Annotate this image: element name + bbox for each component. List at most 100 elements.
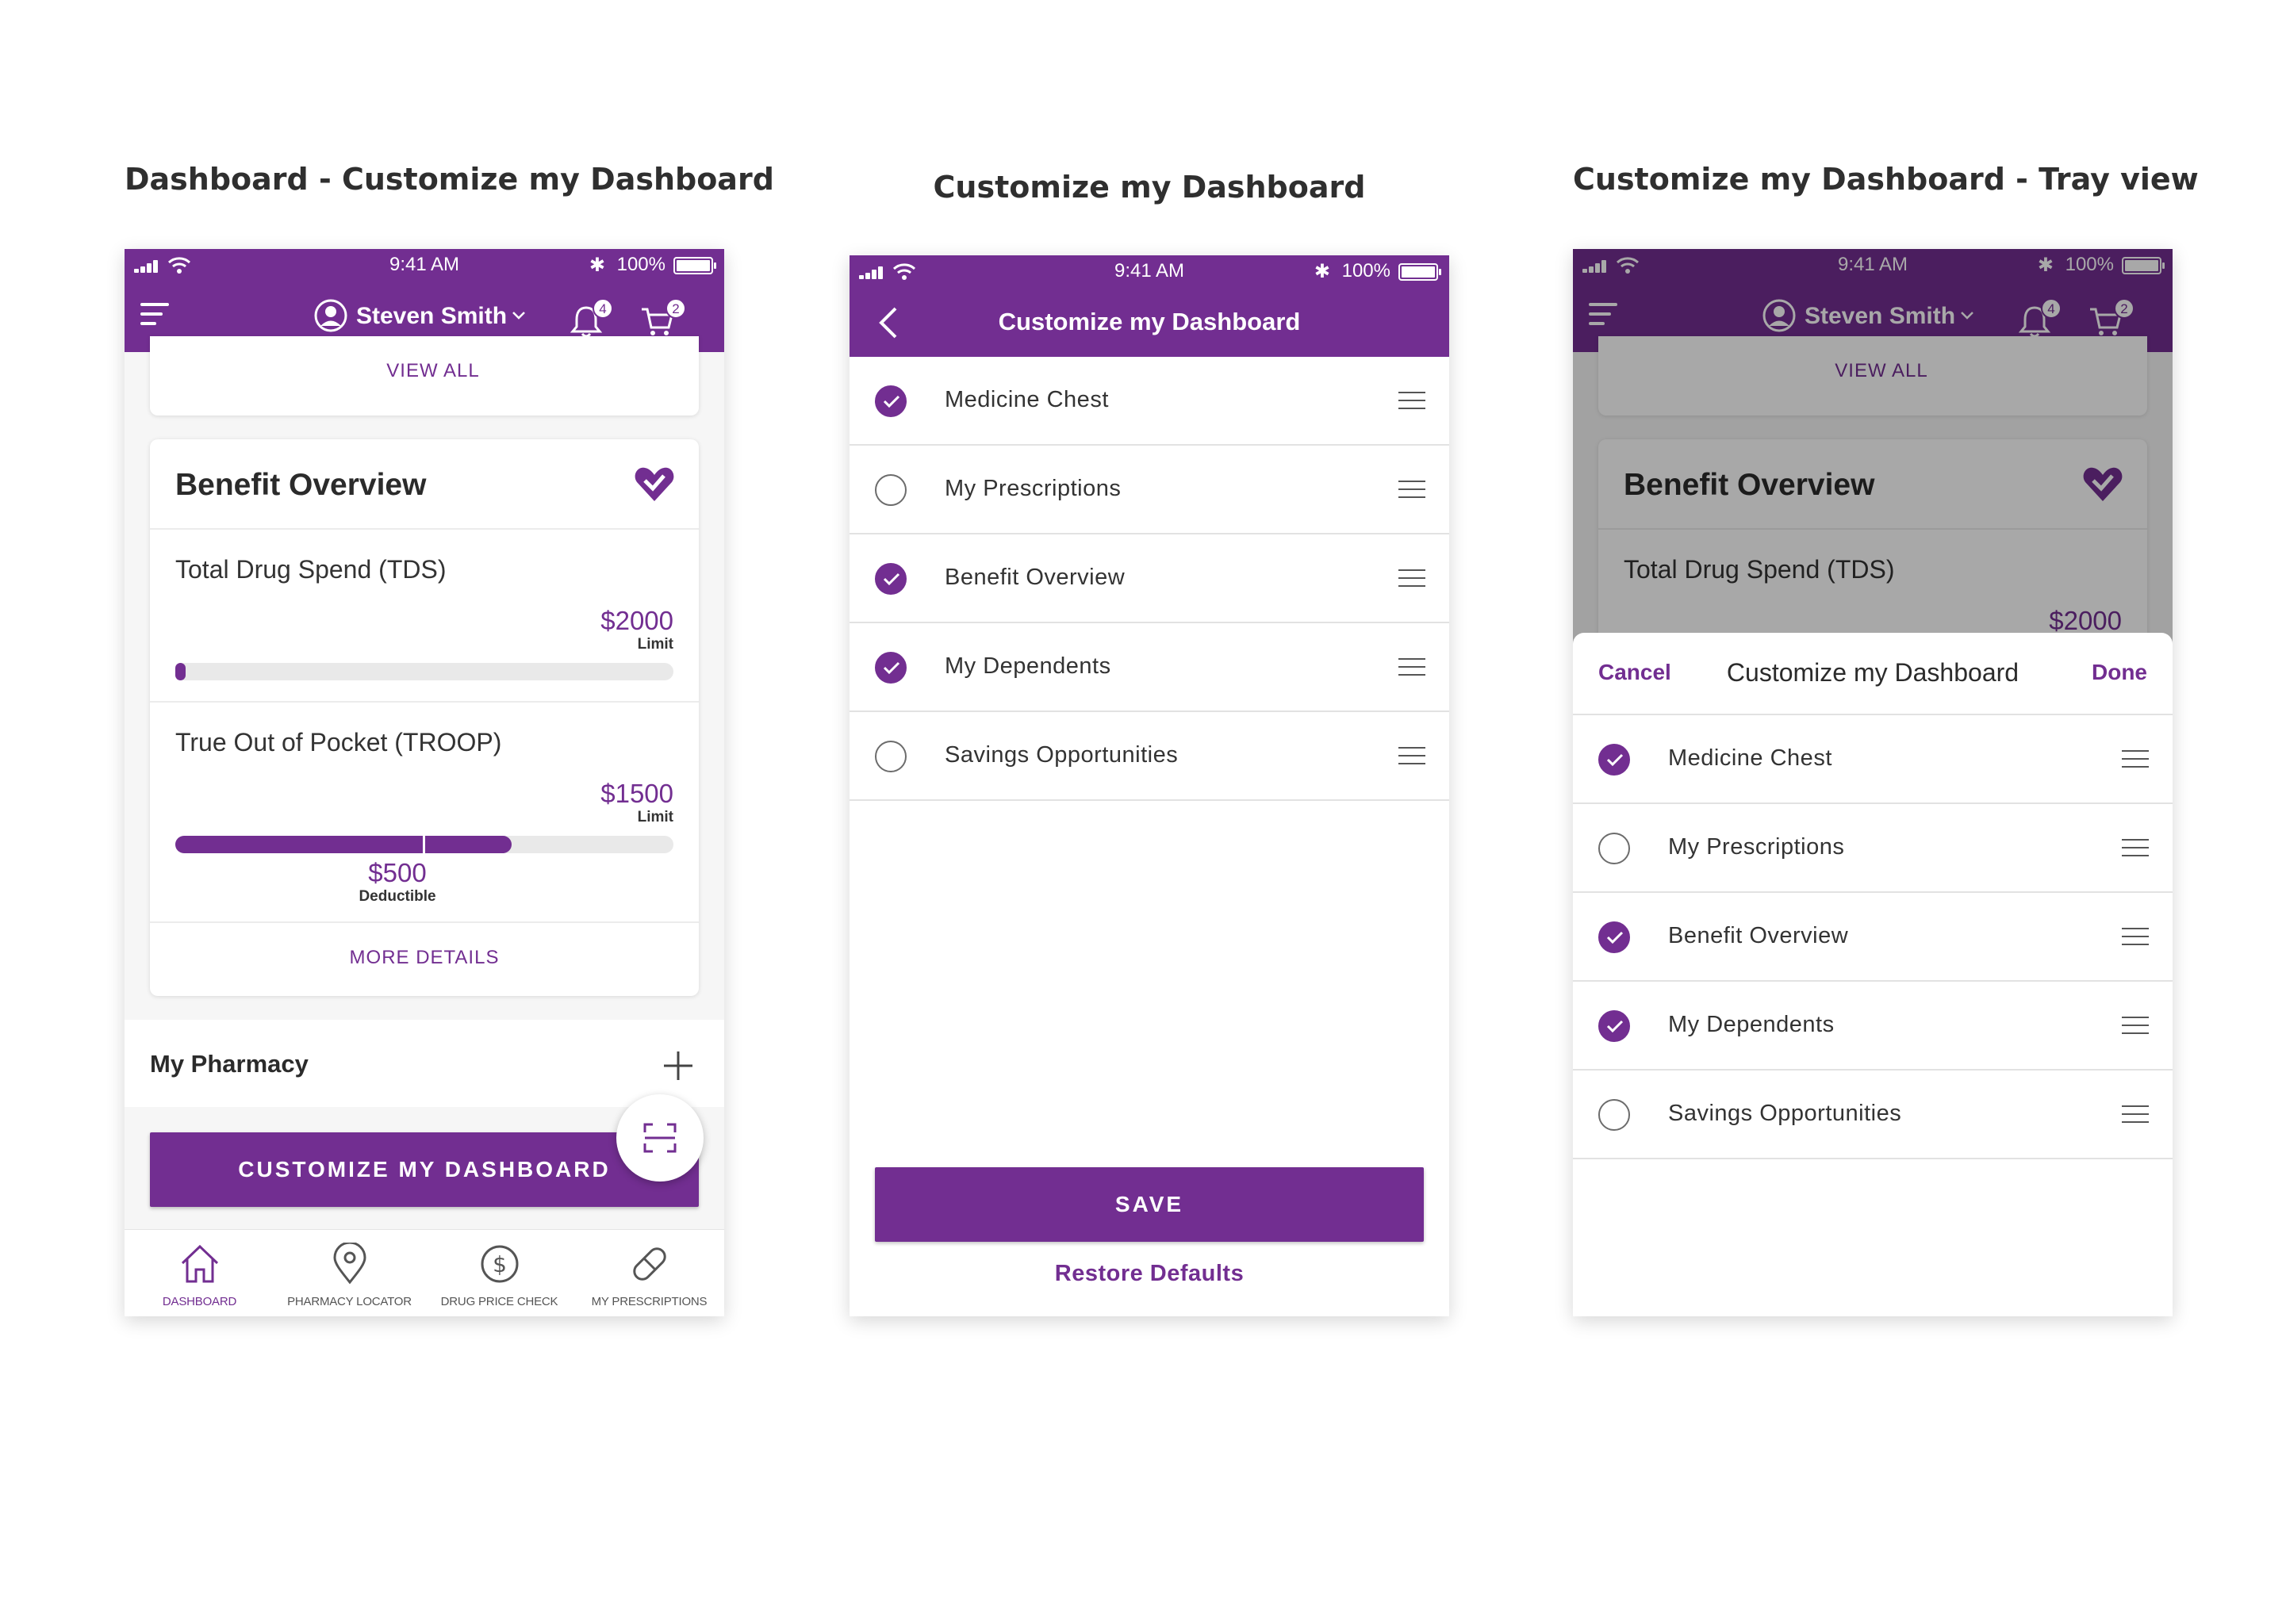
home-icon: [181, 1244, 219, 1283]
tab-label: MY PRESCRIPTIONS: [591, 1295, 708, 1308]
drag-handle-icon[interactable]: [1398, 747, 1425, 764]
restore-defaults-link[interactable]: Restore Defaults: [850, 1261, 1449, 1287]
view-all-link[interactable]: VIEW ALL: [167, 360, 699, 382]
tab-pharmacy-locator[interactable]: PHARMACY LOCATOR: [274, 1230, 424, 1316]
list-item[interactable]: Medicine Chest: [1573, 715, 2173, 804]
drag-handle-icon[interactable]: [1398, 392, 1425, 409]
chevron-down-icon: [512, 312, 525, 320]
checkmark-icon: [1606, 753, 1624, 767]
troop-progress-bar: [175, 836, 673, 853]
checkbox[interactable]: [1598, 921, 1630, 953]
panel-title-dashboard: Dashboard - Customize my Dashboard: [125, 162, 774, 197]
panel-title-customize: Customize my Dashboard: [933, 170, 1366, 205]
drag-handle-icon[interactable]: [1398, 569, 1425, 587]
list-item-label: Medicine Chest: [1668, 745, 1832, 771]
more-details-link[interactable]: MORE DETAILS: [150, 947, 699, 969]
list-item[interactable]: My Prescriptions: [1573, 804, 2173, 893]
my-pharmacy-section[interactable]: My Pharmacy: [125, 1020, 724, 1107]
status-bar: 9:41 AM ✱ 100%: [850, 255, 1449, 287]
checkmark-icon: [883, 395, 900, 408]
battery-icon: [1398, 263, 1441, 281]
list-item[interactable]: My Prescriptions: [850, 446, 1449, 534]
list-item-label: My Prescriptions: [945, 476, 1122, 501]
tray-done-button[interactable]: Done: [2092, 660, 2147, 685]
checkmark-icon: [883, 661, 900, 675]
tab-dashboard[interactable]: DASHBOARD: [125, 1230, 274, 1316]
list-item[interactable]: Benefit Overview: [850, 534, 1449, 623]
location-pin-icon: [333, 1243, 366, 1285]
list-item-label: My Prescriptions: [1668, 834, 1845, 860]
benefit-overview-card: Benefit Overview Total Drug Spend (TDS) …: [150, 439, 699, 996]
drag-handle-icon[interactable]: [1398, 481, 1425, 498]
notifications-button[interactable]: 4: [570, 298, 618, 339]
checkbox[interactable]: [1598, 833, 1630, 864]
cart-badge: 2: [665, 298, 686, 319]
divider: [150, 701, 699, 703]
tab-label: DASHBOARD: [162, 1295, 237, 1308]
heart-check-icon[interactable]: [634, 465, 675, 504]
checkbox[interactable]: [875, 741, 907, 772]
pill-icon: [633, 1247, 666, 1281]
list-item-label: Savings Opportunities: [945, 742, 1179, 768]
checkbox[interactable]: [875, 652, 907, 684]
checkbox[interactable]: [875, 385, 907, 417]
drag-handle-icon[interactable]: [2122, 839, 2149, 856]
list-item[interactable]: Medicine Chest: [850, 357, 1449, 446]
user-name: Steven Smith: [356, 303, 508, 329]
troop-progress-fill: [175, 836, 512, 853]
checkmark-icon: [1606, 931, 1624, 944]
list-item[interactable]: My Dependents: [1573, 982, 2173, 1071]
deductible-caption: Deductible: [359, 888, 436, 905]
checkmark-icon: [883, 573, 900, 586]
drag-handle-icon[interactable]: [2122, 928, 2149, 945]
tab-label: PHARMACY LOCATOR: [287, 1295, 412, 1308]
list-item[interactable]: My Dependents: [850, 623, 1449, 712]
list-item[interactable]: Benefit Overview: [1573, 893, 2173, 982]
list-item[interactable]: Savings Opportunities: [1573, 1071, 2173, 1159]
bottom-tab-bar: DASHBOARD PHARMACY LOCATOR $ DRUG PRICE …: [125, 1229, 724, 1316]
battery-icon: [673, 257, 716, 274]
drag-handle-icon[interactable]: [2122, 750, 2149, 768]
status-bar: 9:41 AM ✱ 100%: [125, 249, 724, 281]
cart-button[interactable]: 2: [640, 298, 691, 339]
tds-limit-caption: Limit: [637, 636, 673, 653]
app-header: 9:41 AM ✱ 100% Customize my Dashboard: [850, 255, 1449, 357]
save-button[interactable]: SAVE: [875, 1167, 1424, 1242]
list-item[interactable]: Savings Opportunities: [850, 712, 1449, 801]
checkbox[interactable]: [1598, 1099, 1630, 1131]
menu-icon[interactable]: [140, 301, 171, 327]
bluetooth-icon: ✱: [1314, 261, 1330, 282]
list-item-label: Medicine Chest: [945, 387, 1109, 412]
panel-title-tray: Customize my Dashboard - Tray view: [1573, 162, 2199, 197]
tds-progress-fill: [175, 663, 186, 680]
drag-handle-icon[interactable]: [1398, 658, 1425, 676]
checkbox[interactable]: [1598, 1010, 1630, 1042]
avatar-icon: [314, 299, 347, 332]
checkbox[interactable]: [1598, 744, 1630, 776]
divider: [150, 528, 699, 530]
bluetooth-icon: ✱: [589, 255, 605, 276]
tds-progress-bar: [175, 663, 673, 680]
tray-title: Customize my Dashboard: [1726, 658, 2019, 687]
phone-tray: 9:41 AM ✱ 100% Steven Smith 4 2 VIEW ALL…: [1573, 249, 2173, 1316]
checkbox[interactable]: [875, 563, 907, 595]
drag-handle-icon[interactable]: [2122, 1017, 2149, 1034]
tab-my-prescriptions[interactable]: MY PRESCRIPTIONS: [574, 1230, 724, 1316]
plus-icon[interactable]: [662, 1050, 694, 1082]
list-item-label: Benefit Overview: [1668, 923, 1849, 948]
list-item-label: My Dependents: [945, 653, 1111, 679]
scan-fab[interactable]: [616, 1094, 704, 1182]
previous-card: VIEW ALL: [150, 336, 699, 416]
checkbox[interactable]: [875, 474, 907, 506]
notifications-badge: 4: [593, 298, 613, 319]
divider: [150, 921, 699, 923]
page-title: Customize my Dashboard: [998, 308, 1301, 335]
list-item-label: Benefit Overview: [945, 565, 1126, 590]
deductible-marker: [423, 836, 425, 853]
widget-list: Medicine Chest My Prescriptions Benefit Ov…: [1573, 715, 2173, 1167]
my-pharmacy-title: My Pharmacy: [150, 1050, 309, 1078]
list-item-label: My Dependents: [1668, 1012, 1835, 1037]
drag-handle-icon[interactable]: [2122, 1105, 2149, 1123]
tab-drug-price-check[interactable]: $ DRUG PRICE CHECK: [424, 1230, 574, 1316]
troop-label: True Out of Pocket (TROOP): [175, 728, 502, 756]
